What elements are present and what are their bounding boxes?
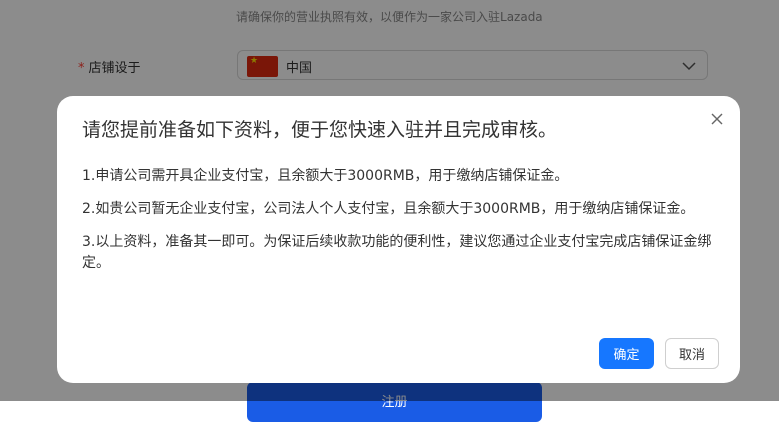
requirement-item: 1.申请公司需开具企业支付宝，且余额大于3000RMB，用于缴纳店铺保证金。	[82, 168, 569, 184]
modal-title: 请您提前准备如下资料，便于您快速入驻并且完成审核。	[82, 119, 558, 141]
modal-body: 1.申请公司需开具企业支付宝，且余额大于3000RMB，用于缴纳店铺保证金。 2…	[82, 166, 712, 286]
close-icon[interactable]	[708, 110, 726, 128]
confirm-button[interactable]: 确定	[599, 338, 654, 369]
requirement-item: 3.以上资料，准备其一即可。为保证后续收款功能的便利性，建议您通过企业支付宝完成…	[82, 234, 712, 271]
requirements-modal: 请您提前准备如下资料，便于您快速入驻并且完成审核。 1.申请公司需开具企业支付宝…	[57, 96, 740, 383]
cancel-button[interactable]: 取消	[665, 338, 719, 369]
requirement-item: 2.如贵公司暂无企业支付宝，公司法人个人支付宝，且余额大于3000RMB，用于缴…	[82, 201, 695, 217]
